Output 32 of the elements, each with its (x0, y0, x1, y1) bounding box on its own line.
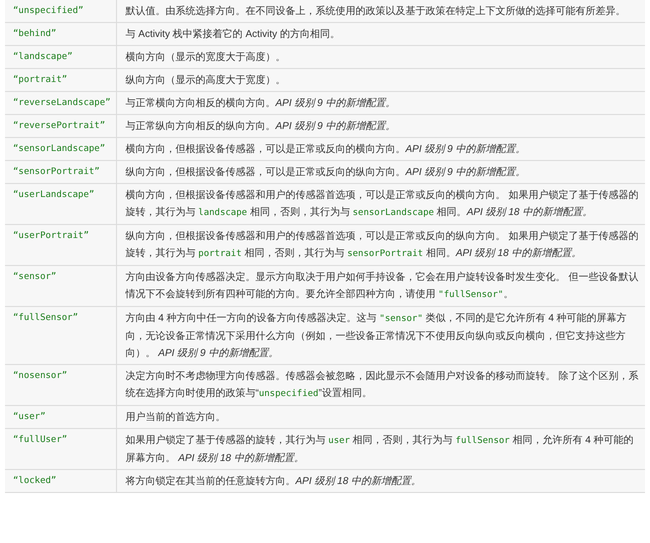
description-cell: 纵向方向，但根据设备传感器，可以是正常或反向的纵向方向。API 级别 9 中的新增配置。 (116, 160, 645, 184)
value-cell: “sensorPortrait” (5, 160, 116, 184)
description-cell: 与 Activity 栈中紧接着它的 Activity 的方向相同。 (116, 22, 645, 46)
description-cell: 横向方向，但根据设备传感器，可以是正常或反向的横向方向。API 级别 9 中的新增配置。 (116, 138, 645, 160)
value-cell: “sensorLandscape” (5, 138, 116, 160)
value-cell: “fullUser” (5, 428, 116, 470)
value-cell: “fullSensor” (5, 306, 116, 364)
value-cell: “sensor” (5, 266, 116, 306)
description-cell: 用户当前的首选方向。 (116, 406, 645, 428)
description-cell: 如果用户锁定了基于传感器的旋转，其行为与 user 相同，否则，其行为与 fullSensor 相同，允许所有 4 种可能的屏幕方向。 API 级别 18 中的新增配置。 (116, 428, 645, 470)
description-cell: 方向由 4 种方向中任一方向的设备方向传感器决定。这与 "sensor" 类似，不同的是它允许所有 4 种可能的屏幕方向，无论设备正常情况下采用什么方向（例如，一些设备正常情况下不使用反向纵向或反向横向，但它支持这些方向）。 API 级别 9 中的新增配置。 (116, 306, 645, 364)
value-cell: “userLandscape” (5, 184, 116, 224)
description-cell: 决定方向时不考虑物理方向传感器。传感器会被忽略，因此显示不会随用户对设备的移动而旋转。 除了这个区别，系统在选择方向时使用的政策与“unspecified”设置相同。 (116, 364, 645, 406)
description-cell: 横向方向（显示的宽度大于高度）。 (116, 46, 645, 68)
value-cell: “locked” (5, 470, 116, 492)
value-cell: “portrait” (5, 68, 116, 92)
description-cell: 方向由设备方向传感器决定。显示方向取决于用户如何手持设备，它会在用户旋转设备时发生变化。 但一些设备默认情况下不会旋转到所有四种可能的方向。要允许全部四种方向，请使用 "fullSensor"。 (116, 266, 645, 306)
description-cell: 默认值。由系统选择方向。在不同设备上，系统使用的政策以及基于政策在特定上下文所做的选择可能有所差异。 (116, 0, 645, 22)
value-cell: “reverseLandscape” (5, 92, 116, 114)
value-cell: “user” (5, 406, 116, 428)
value-cell: “landscape” (5, 46, 116, 68)
value-cell: “nosensor” (5, 364, 116, 406)
value-cell: “userPortrait” (5, 224, 116, 266)
value-cell: “unspecified” (5, 0, 116, 22)
description-cell: 将方向锁定在其当前的任意旋转方向。API 级别 18 中的新增配置。 (116, 470, 645, 492)
description-cell: 与正常纵向方向相反的纵向方向。API 级别 9 中的新增配置。 (116, 114, 645, 138)
value-cell: “behind” (5, 22, 116, 46)
description-cell: 与正常横向方向相反的横向方向。API 级别 9 中的新增配置。 (116, 92, 645, 114)
description-cell: 纵向方向（显示的高度大于宽度）。 (116, 68, 645, 92)
description-cell: 横向方向，但根据设备传感器和用户的传感器首选项，可以是正常或反向的横向方向。 如果用户锁定了基于传感器的旋转，其行为与 landscape 相同，否则，其行为与 sensorLandscape 相同。API 级别 18 中的新增配置。 (116, 184, 645, 224)
value-cell: “reversePortrait” (5, 114, 116, 138)
description-cell: 纵向方向，但根据设备传感器和用户的传感器首选项，可以是正常或反向的纵向方向。 如果用户锁定了基于传感器的旋转，其行为与 portrait 相同，否则，其行为与 sensorPortrait 相同。API 级别 18 中的新增配置。 (116, 224, 645, 266)
